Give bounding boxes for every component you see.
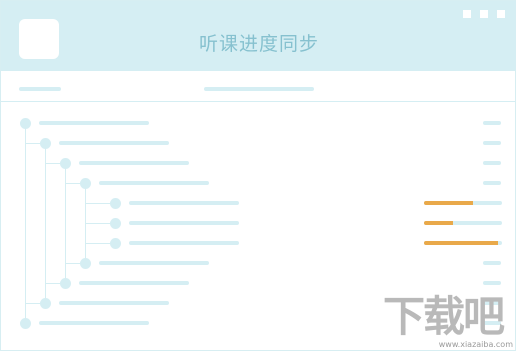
tree-connector-vertical [45,143,46,303]
tree-node-label-placeholder [59,141,169,145]
tree-connector-vertical [25,123,26,323]
app-header: 听课进度同步 [1,1,516,71]
tree-node-dot[interactable] [40,138,51,149]
progress-bar [424,241,502,245]
tree-node-dot[interactable] [110,218,121,229]
tree-node-label-placeholder [39,121,149,125]
tree-node-label-placeholder [79,161,189,165]
tree-node-dot[interactable] [20,118,31,129]
watermark-url: www.xiazaiba.com [438,340,513,349]
row-value-placeholder [483,141,501,145]
maximize-icon[interactable] [480,10,488,18]
watermark-text: 下载吧 [383,292,505,341]
row-value-placeholder [483,161,501,165]
progress-bar [424,221,502,225]
progress-fill [424,241,499,245]
app-window: 听课进度同步 下载吧 www.xiazaiba.com [0,0,516,351]
tree-node-dot[interactable] [110,238,121,249]
tree-node-label-placeholder [79,281,189,285]
tree-node-dot[interactable] [80,258,91,269]
subheader-placeholder-left [19,87,61,91]
subheader-placeholder-center [204,87,314,91]
tree-node-label-placeholder [99,181,209,185]
minimize-icon[interactable] [463,10,471,18]
tree-node-label-placeholder [59,301,169,305]
tree-node-label-placeholder [129,241,239,245]
progress-fill [424,221,453,225]
tree-node-label-placeholder [39,321,149,325]
tree-node-dot[interactable] [40,298,51,309]
subheader-divider [1,101,516,102]
row-value-placeholder [483,121,501,125]
progress-fill [424,201,474,205]
tree-connector-vertical [65,163,66,283]
row-value-placeholder [483,281,501,285]
watermark-logo: 下载吧 www.xiazaiba.com [383,292,513,350]
tree-node-dot[interactable] [110,198,121,209]
row-value-placeholder [483,261,501,265]
window-controls [463,10,505,18]
tree-node-dot[interactable] [60,278,71,289]
tree-node-label-placeholder [129,221,239,225]
tree-node-dot[interactable] [20,318,31,329]
progress-bar [424,201,502,205]
close-icon[interactable] [497,10,505,18]
page-title: 听课进度同步 [198,33,319,55]
tree-node-label-placeholder [99,261,209,265]
row-value-placeholder [483,181,501,185]
tree-node-label-placeholder [129,201,239,205]
tree-node-dot[interactable] [80,178,91,189]
tree-node-dot[interactable] [60,158,71,169]
